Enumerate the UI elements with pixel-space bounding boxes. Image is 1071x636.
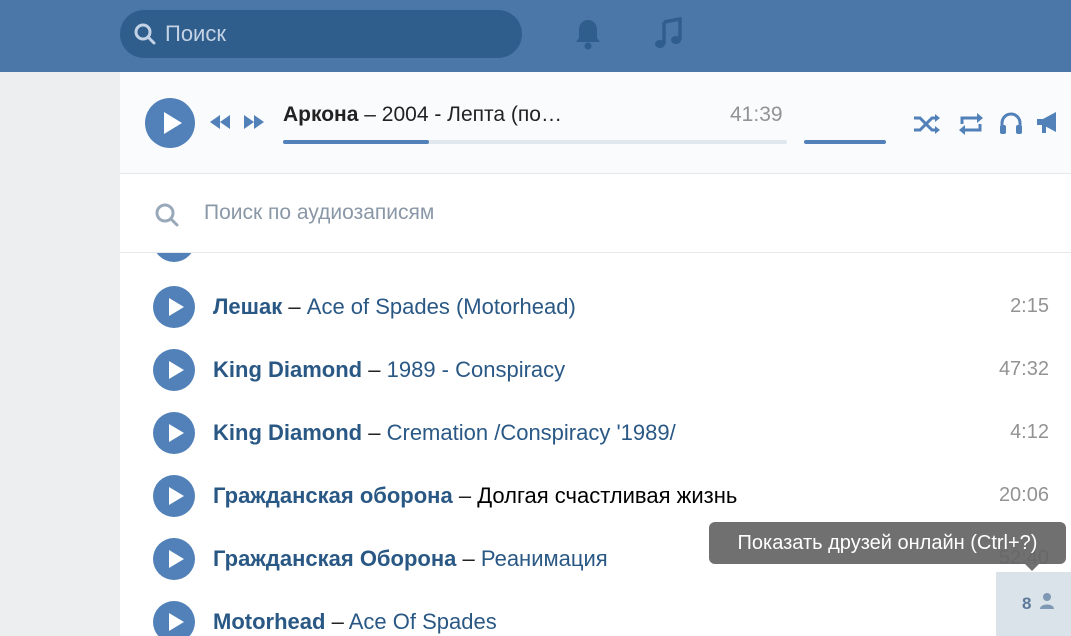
now-playing-duration: 41:39 <box>730 103 783 126</box>
list-item[interactable]: King Diamond – Cremation /Conspiracy '19… <box>120 401 1071 464</box>
previous-icon[interactable] <box>208 113 232 131</box>
friends-online-tooltip: Показать друзей онлайн (Ctrl+?) <box>709 522 1066 564</box>
track-separator: – <box>331 609 344 634</box>
play-icon <box>164 112 182 134</box>
now-playing-artist: Аркона <box>283 103 359 126</box>
now-playing-title: 2004 - Лепта (по… <box>381 103 562 126</box>
friends-online-button[interactable]: 8 <box>996 572 1071 636</box>
track-separator: – <box>368 420 381 445</box>
friends-online-count: 8 <box>1022 594 1032 613</box>
play-icon <box>169 487 184 505</box>
track-play-button[interactable] <box>153 475 195 517</box>
track-play-button[interactable] <box>153 286 195 328</box>
list-item[interactable]: Гражданская оборона – Долгая счастливая … <box>120 464 1071 527</box>
track-artist[interactable]: King Diamond <box>213 420 362 445</box>
track-list: Лешак – Ace of Spades (Motorhead) 2:15 K… <box>120 253 1071 636</box>
list-item[interactable]: Лешак – Ace of Spades (Motorhead) 2:15 <box>120 275 1071 338</box>
progress-bar[interactable] <box>283 140 787 144</box>
bell-icon[interactable] <box>572 16 604 52</box>
search-placeholder: Поиск <box>165 21 226 46</box>
audio-search-field[interactable]: Поиск по аудиозаписям <box>120 174 1071 253</box>
track-title[interactable]: 1989 - Conspiracy <box>387 357 566 382</box>
broadcast-icon[interactable] <box>1034 110 1060 136</box>
progress-fill <box>283 140 430 144</box>
audio-search-placeholder: Поиск по аудиозаписям <box>204 201 435 224</box>
track-separator: – <box>458 483 472 508</box>
track-title[interactable]: Реанимация <box>481 546 608 571</box>
top-header: Поиск <box>0 0 1071 72</box>
track-artist[interactable]: King Diamond <box>213 357 362 382</box>
volume-slider[interactable] <box>804 140 886 144</box>
play-icon <box>169 424 184 442</box>
track-title[interactable]: Ace Of Spades <box>349 609 497 634</box>
tooltip-arrow <box>1025 564 1039 571</box>
headphones-icon[interactable] <box>998 110 1024 136</box>
repeat-icon[interactable] <box>956 112 986 136</box>
track-duration: 4:12 <box>1010 421 1049 443</box>
track-artist[interactable]: Гражданская Оборона <box>213 546 456 571</box>
music-note-icon[interactable] <box>652 16 684 52</box>
track-artist[interactable]: Гражданская оборона <box>213 483 453 508</box>
track-title: Долгая счастливая жизнь <box>477 483 738 508</box>
audio-player: Аркона – 2004 - Лепта (по… 41:39 <box>120 72 1071 174</box>
track-duration: 20:06 <box>998 484 1049 506</box>
user-icon <box>1040 593 1054 609</box>
now-playing-separator: – <box>364 103 376 126</box>
track-artist[interactable]: Motorhead <box>213 609 325 634</box>
play-icon <box>169 361 184 379</box>
track-title[interactable]: Ace of Spades (Motorhead) <box>307 294 576 319</box>
shuffle-icon[interactable] <box>912 112 942 136</box>
track-play-button[interactable] <box>153 538 195 580</box>
track-separator: – <box>288 294 301 319</box>
track-separator: – <box>368 357 381 382</box>
search-icon <box>155 203 179 227</box>
track-duration: 2:15 <box>1010 295 1049 317</box>
track-artist[interactable]: Лешак <box>213 294 282 319</box>
track-title[interactable]: Cremation /Conspiracy '1989/ <box>387 420 676 445</box>
next-icon[interactable] <box>242 113 266 131</box>
track-separator: – <box>462 546 475 571</box>
play-icon <box>169 298 184 316</box>
global-search-input[interactable]: Поиск <box>120 10 522 58</box>
track-play-button[interactable] <box>153 412 195 454</box>
list-item[interactable] <box>120 253 1071 272</box>
now-playing: Аркона – 2004 - Лепта (по… <box>283 103 583 127</box>
track-play-button[interactable] <box>153 349 195 391</box>
track-duration: 47:32 <box>998 358 1049 380</box>
list-item[interactable]: Motorhead – Ace Of Spades <box>120 590 1071 636</box>
list-item[interactable]: King Diamond – 1989 - Conspiracy 47:32 <box>120 338 1071 401</box>
search-icon <box>134 23 156 45</box>
track-play-button[interactable] <box>153 601 195 636</box>
play-button[interactable] <box>145 98 195 148</box>
play-icon <box>169 550 184 568</box>
track-play-button[interactable] <box>153 253 195 262</box>
play-icon <box>169 613 184 631</box>
